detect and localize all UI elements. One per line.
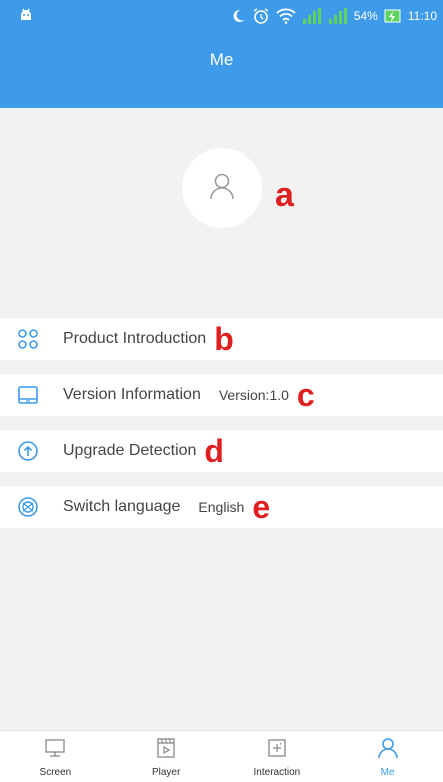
status-bar: 54% 11:10 bbox=[0, 0, 443, 30]
menu-item-label: Version Information bbox=[63, 386, 201, 403]
monitor-icon bbox=[43, 737, 67, 764]
tablet-icon bbox=[17, 384, 39, 406]
callout-e: e bbox=[252, 489, 271, 525]
menu-item-version-information[interactable]: Version Information Version:1.0 c bbox=[0, 374, 443, 416]
profile-section: a bbox=[0, 108, 443, 312]
alarm-icon bbox=[252, 7, 270, 25]
moon-icon bbox=[230, 8, 246, 24]
globe-icon bbox=[17, 496, 39, 518]
language-value: English bbox=[198, 499, 245, 515]
callout-c: c bbox=[296, 377, 315, 413]
tab-interaction[interactable]: Interaction bbox=[222, 731, 333, 782]
sparkle-screen-icon bbox=[265, 737, 289, 764]
user-icon bbox=[376, 737, 400, 764]
battery-charging-icon bbox=[384, 8, 402, 24]
clapper-icon bbox=[154, 737, 178, 764]
grid-clover-icon bbox=[17, 328, 39, 350]
tab-player[interactable]: Player bbox=[111, 731, 222, 782]
tab-label: Interaction bbox=[253, 767, 301, 778]
tab-me[interactable]: Me bbox=[332, 731, 443, 782]
menu-item-product-introduction[interactable]: Product Introduction b bbox=[0, 318, 443, 360]
avatar[interactable] bbox=[182, 148, 262, 228]
callout-a: a bbox=[275, 176, 294, 214]
signal-icon bbox=[302, 8, 322, 24]
app-bar: Me bbox=[0, 30, 443, 108]
tab-label: Screen bbox=[39, 767, 72, 778]
signal-icon bbox=[328, 8, 348, 24]
menu-item-upgrade-detection[interactable]: Upgrade Detection d bbox=[0, 430, 443, 472]
bottom-nav: Screen Player Interaction Me bbox=[0, 730, 443, 782]
callout-d: d bbox=[204, 433, 224, 469]
android-icon bbox=[18, 7, 34, 23]
tab-screen[interactable]: Screen bbox=[0, 731, 111, 782]
tab-label: Me bbox=[380, 767, 395, 778]
menu-item-label: Switch language bbox=[63, 498, 181, 515]
upload-arrow-icon bbox=[17, 440, 39, 462]
user-icon bbox=[206, 170, 238, 207]
tab-label: Player bbox=[151, 767, 181, 778]
menu-item-label: Upgrade Detection bbox=[63, 442, 197, 459]
status-time: 11:10 bbox=[407, 9, 437, 23]
page-title: Me bbox=[209, 50, 234, 69]
battery-percent: 54% bbox=[353, 9, 378, 23]
callout-b: b bbox=[214, 321, 234, 357]
menu-item-label: Product Introduction bbox=[63, 330, 207, 347]
menu-item-switch-language[interactable]: Switch language English e bbox=[0, 486, 443, 528]
version-value: Version:1.0 bbox=[218, 387, 289, 403]
wifi-icon bbox=[276, 8, 296, 24]
